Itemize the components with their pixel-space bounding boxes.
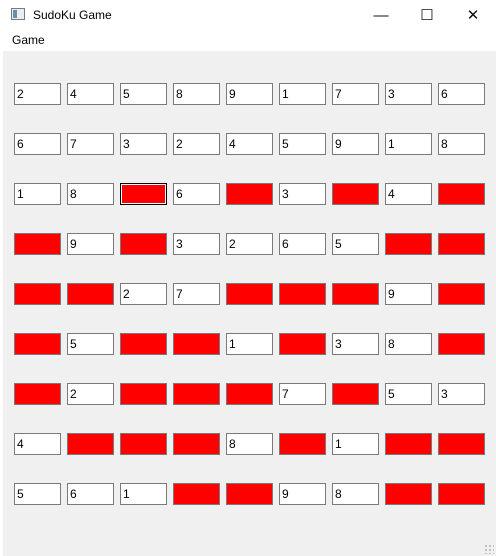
sudoku-cell-r5-c8[interactable]: 9 bbox=[385, 283, 432, 305]
sudoku-cell-r3-c1[interactable]: 1 bbox=[14, 183, 61, 205]
sudoku-cell-r6-c6[interactable] bbox=[279, 333, 326, 355]
sudoku-cell-r6-c5[interactable]: 1 bbox=[226, 333, 273, 355]
sudoku-cell-r4-c5[interactable]: 2 bbox=[226, 233, 273, 255]
sudoku-cell-r2-c4[interactable]: 2 bbox=[173, 133, 220, 155]
sudoku-board: 2458917366732459181863493265279513827534… bbox=[3, 51, 496, 556]
sudoku-cell-r4-c6[interactable]: 6 bbox=[279, 233, 326, 255]
sudoku-cell-r7-c7[interactable] bbox=[332, 383, 379, 405]
sudoku-cell-r3-c8[interactable]: 4 bbox=[385, 183, 432, 205]
sudoku-cell-r6-c9[interactable] bbox=[438, 333, 485, 355]
maximize-button[interactable]: ☐ bbox=[404, 0, 450, 30]
sudoku-cell-r3-c2[interactable]: 8 bbox=[67, 183, 114, 205]
sudoku-cell-r2-c2[interactable]: 7 bbox=[67, 133, 114, 155]
sudoku-cell-r8-c5[interactable]: 8 bbox=[226, 433, 273, 455]
sudoku-cell-r7-c3[interactable] bbox=[120, 383, 167, 405]
sudoku-cell-r9-c2[interactable]: 6 bbox=[67, 483, 114, 505]
sudoku-cell-r4-c2[interactable]: 9 bbox=[67, 233, 114, 255]
sudoku-cell-r1-c6[interactable]: 1 bbox=[279, 83, 326, 105]
sudoku-cell-r5-c2[interactable] bbox=[67, 283, 114, 305]
sudoku-cell-r3-c7[interactable] bbox=[332, 183, 379, 205]
sudoku-cell-r3-c4[interactable]: 6 bbox=[173, 183, 220, 205]
sudoku-cell-r8-c4[interactable] bbox=[173, 433, 220, 455]
sudoku-cell-r2-c3[interactable]: 3 bbox=[120, 133, 167, 155]
sudoku-cell-r1-c2[interactable]: 4 bbox=[67, 83, 114, 105]
resize-grip[interactable] bbox=[484, 544, 494, 554]
sudoku-cell-r6-c3[interactable] bbox=[120, 333, 167, 355]
sudoku-cell-r6-c7[interactable]: 3 bbox=[332, 333, 379, 355]
maximize-icon: ☐ bbox=[420, 7, 434, 24]
sudoku-cell-r6-c2[interactable]: 5 bbox=[67, 333, 114, 355]
minimize-button[interactable]: — bbox=[358, 0, 404, 30]
sudoku-cell-r4-c3[interactable] bbox=[120, 233, 167, 255]
sudoku-cell-r1-c9[interactable]: 6 bbox=[438, 83, 485, 105]
sudoku-cell-r4-c8[interactable] bbox=[385, 233, 432, 255]
sudoku-cell-r5-c9[interactable] bbox=[438, 283, 485, 305]
sudoku-cell-r9-c1[interactable]: 5 bbox=[14, 483, 61, 505]
sudoku-cell-r3-c3[interactable] bbox=[120, 183, 167, 205]
menu-bar: Game bbox=[0, 30, 496, 50]
sudoku-cell-r9-c6[interactable]: 9 bbox=[279, 483, 326, 505]
sudoku-cell-r5-c3[interactable]: 2 bbox=[120, 283, 167, 305]
sudoku-cell-r9-c4[interactable] bbox=[173, 483, 220, 505]
sudoku-cell-r4-c9[interactable] bbox=[438, 233, 485, 255]
sudoku-cell-r8-c8[interactable] bbox=[385, 433, 432, 455]
sudoku-cell-r5-c1[interactable] bbox=[14, 283, 61, 305]
sudoku-cell-r2-c7[interactable]: 9 bbox=[332, 133, 379, 155]
sudoku-cell-r6-c4[interactable] bbox=[173, 333, 220, 355]
sudoku-cell-r5-c5[interactable] bbox=[226, 283, 273, 305]
sudoku-cell-r9-c7[interactable]: 8 bbox=[332, 483, 379, 505]
sudoku-cell-r5-c4[interactable]: 7 bbox=[173, 283, 220, 305]
window-title: SudoKu Game bbox=[33, 8, 112, 22]
sudoku-cell-r7-c9[interactable]: 3 bbox=[438, 383, 485, 405]
sudoku-cell-r8-c9[interactable] bbox=[438, 433, 485, 455]
sudoku-cell-r5-c7[interactable] bbox=[332, 283, 379, 305]
sudoku-cell-r6-c8[interactable]: 8 bbox=[385, 333, 432, 355]
sudoku-cell-r2-c1[interactable]: 6 bbox=[14, 133, 61, 155]
sudoku-cell-r7-c1[interactable] bbox=[14, 383, 61, 405]
sudoku-cell-r4-c7[interactable]: 5 bbox=[332, 233, 379, 255]
sudoku-cell-r7-c8[interactable]: 5 bbox=[385, 383, 432, 405]
sudoku-cell-r9-c9[interactable] bbox=[438, 483, 485, 505]
sudoku-cell-r1-c7[interactable]: 7 bbox=[332, 83, 379, 105]
sudoku-cell-r8-c2[interactable] bbox=[67, 433, 114, 455]
menu-item-game[interactable]: Game bbox=[5, 32, 52, 48]
sudoku-cell-r7-c4[interactable] bbox=[173, 383, 220, 405]
minimize-icon: — bbox=[373, 6, 389, 24]
close-icon: ✕ bbox=[466, 7, 480, 24]
sudoku-cell-r1-c8[interactable]: 3 bbox=[385, 83, 432, 105]
sudoku-cell-r1-c1[interactable]: 2 bbox=[14, 83, 61, 105]
sudoku-cell-r2-c6[interactable]: 5 bbox=[279, 133, 326, 155]
sudoku-cell-r2-c5[interactable]: 4 bbox=[226, 133, 273, 155]
sudoku-cell-r3-c5[interactable] bbox=[226, 183, 273, 205]
sudoku-cell-r6-c1[interactable] bbox=[14, 333, 61, 355]
sudoku-cell-r1-c3[interactable]: 5 bbox=[120, 83, 167, 105]
sudoku-cell-r9-c3[interactable]: 1 bbox=[120, 483, 167, 505]
sudoku-cell-r3-c6[interactable]: 3 bbox=[279, 183, 326, 205]
sudoku-cell-r7-c5[interactable] bbox=[226, 383, 273, 405]
sudoku-cell-r9-c5[interactable] bbox=[226, 483, 273, 505]
sudoku-cell-r3-c9[interactable] bbox=[438, 183, 485, 205]
app-icon bbox=[11, 8, 25, 20]
sudoku-cell-r4-c1[interactable] bbox=[14, 233, 61, 255]
sudoku-cell-r1-c4[interactable]: 8 bbox=[173, 83, 220, 105]
sudoku-cell-r1-c5[interactable]: 9 bbox=[226, 83, 273, 105]
sudoku-cell-r7-c2[interactable]: 2 bbox=[67, 383, 114, 405]
sudoku-cell-r2-c8[interactable]: 1 bbox=[385, 133, 432, 155]
close-button[interactable]: ✕ bbox=[450, 0, 496, 30]
sudoku-cell-r7-c6[interactable]: 7 bbox=[279, 383, 326, 405]
sudoku-cell-r8-c7[interactable]: 1 bbox=[332, 433, 379, 455]
sudoku-cell-r8-c1[interactable]: 4 bbox=[14, 433, 61, 455]
sudoku-cell-r8-c6[interactable] bbox=[279, 433, 326, 455]
sudoku-cell-r9-c8[interactable] bbox=[385, 483, 432, 505]
sudoku-cell-r2-c9[interactable]: 8 bbox=[438, 133, 485, 155]
sudoku-cell-r8-c3[interactable] bbox=[120, 433, 167, 455]
title-bar: SudoKu Game — ☐ ✕ bbox=[0, 0, 496, 30]
sudoku-cell-r5-c6[interactable] bbox=[279, 283, 326, 305]
sudoku-cell-r4-c4[interactable]: 3 bbox=[173, 233, 220, 255]
